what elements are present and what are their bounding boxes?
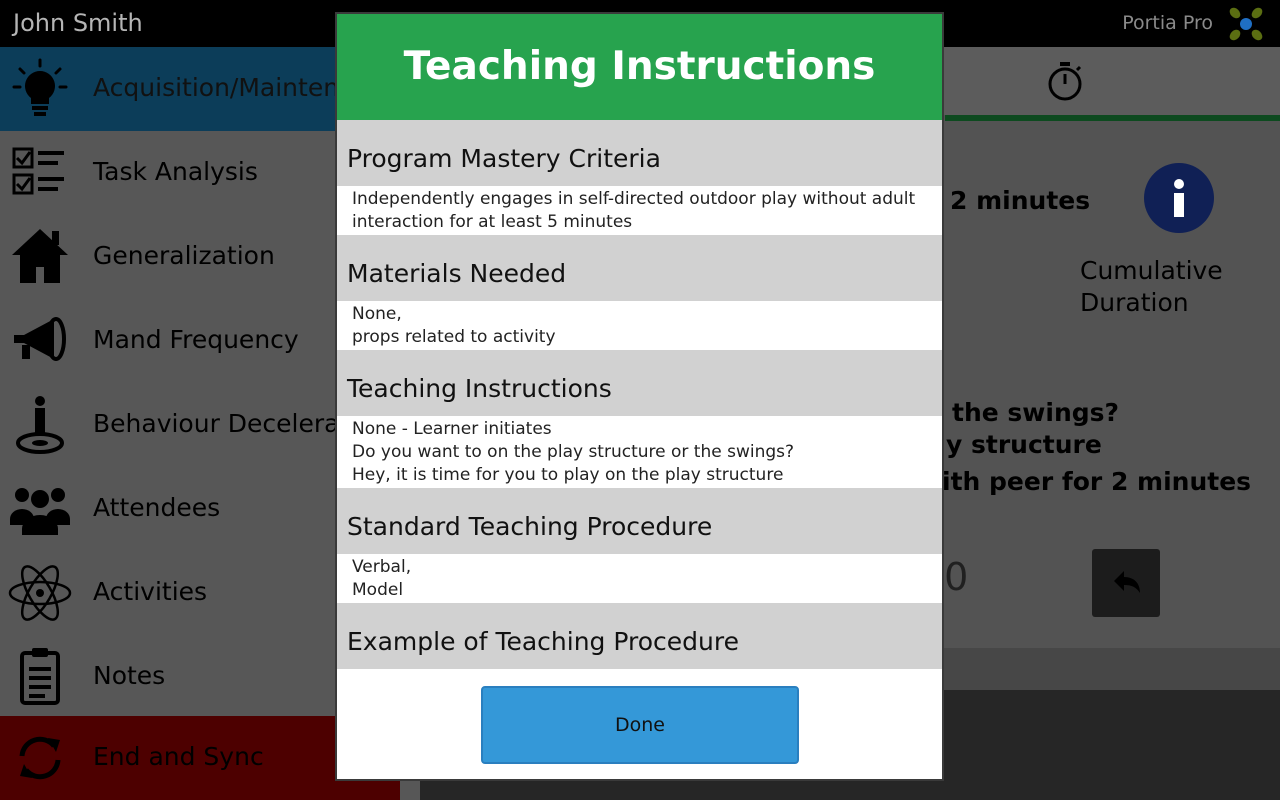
section-body-text: None - Learner initiates Do you want to … — [352, 419, 795, 485]
section-body: None, props related to activity — [337, 301, 942, 350]
prompt-line-3: ith peer for 2 minutes — [942, 467, 1252, 496]
undo-icon — [1114, 571, 1140, 593]
section-body-text: None, props related to activity — [352, 304, 556, 347]
stopwatch-icon[interactable] — [1046, 61, 1084, 101]
sidebar-item-label: Mand Frequency — [93, 325, 299, 354]
sidebar-item-label: Activities — [93, 577, 208, 606]
section-heading: Standard Teaching Procedure — [337, 488, 942, 554]
section-heading: Materials Needed — [337, 235, 942, 301]
section-body-text: Verbal, Model — [352, 557, 412, 600]
section-heading: Teaching Instructions — [337, 350, 942, 416]
section-heading-text: Materials Needed — [347, 259, 567, 288]
sidebar-item-label: Notes — [93, 661, 166, 690]
teaching-instructions-dialog: Teaching Instructions Program Mastery Cr… — [335, 12, 944, 781]
people-icon — [10, 488, 70, 535]
megaphone-icon — [14, 317, 66, 361]
app-logo-icon — [1229, 7, 1263, 41]
undo-button[interactable] — [1092, 549, 1160, 617]
active-tab-indicator — [945, 115, 1280, 121]
prompt-line-2: y structure — [946, 430, 1102, 459]
checklist-icon — [12, 147, 64, 195]
section-heading-text: Example of Teaching Procedure — [347, 627, 739, 656]
sidebar-item-label: End and Sync — [93, 742, 264, 771]
atom-icon — [8, 565, 72, 621]
lightbulb-icon — [12, 58, 68, 116]
section-body: Independently engages in self-directed o… — [337, 186, 942, 235]
dialog-title: Teaching Instructions — [403, 44, 876, 89]
done-button[interactable]: Done — [481, 686, 799, 764]
section-heading: Example of Teaching Procedure — [337, 603, 942, 669]
person-target-icon — [16, 396, 64, 454]
sidebar-item-label: Attendees — [93, 493, 221, 522]
dialog-content[interactable]: Program Mastery Criteria Independently e… — [337, 120, 942, 669]
cumulative-duration-label: Cumulative Duration — [1080, 256, 1223, 317]
home-icon — [12, 229, 68, 283]
section-body-text: Independently engages in self-directed o… — [352, 189, 916, 232]
dialog-header: Teaching Instructions — [337, 14, 942, 120]
info-icon[interactable] — [1144, 163, 1214, 233]
app-name: Portia Pro — [1122, 12, 1213, 34]
section-heading: Program Mastery Criteria — [337, 120, 942, 186]
target-fragment: 2 minutes — [950, 186, 1091, 215]
section-body: None - Learner initiates Do you want to … — [337, 416, 942, 488]
sidebar-item-label: Generalization — [93, 241, 275, 270]
sidebar-item-label: Task Analysis — [93, 157, 258, 186]
section-heading-text: Program Mastery Criteria — [347, 144, 661, 173]
section-body: Verbal, Model — [337, 554, 942, 603]
section-heading-text: Teaching Instructions — [347, 374, 612, 403]
prompt-line-1: the swings? — [952, 398, 1120, 427]
sync-icon — [19, 736, 61, 780]
user-name: John Smith — [13, 9, 143, 37]
section-heading-text: Standard Teaching Procedure — [347, 512, 713, 541]
clipboard-icon — [20, 648, 60, 705]
